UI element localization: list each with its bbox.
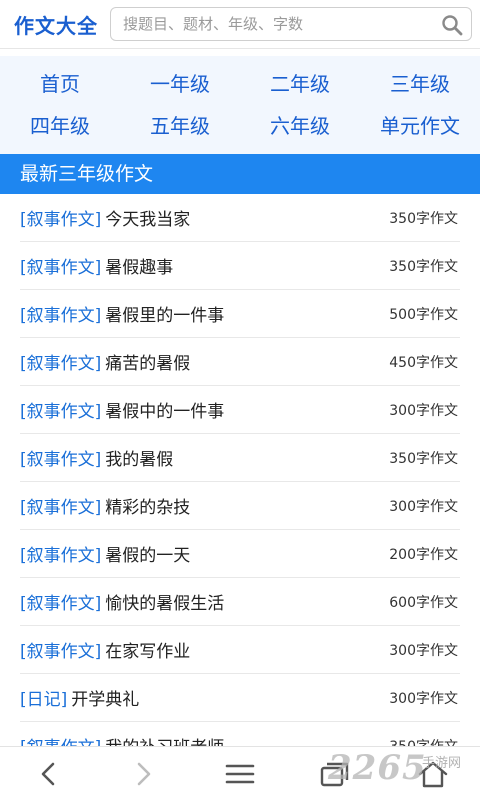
windows-icon[interactable] xyxy=(318,759,352,789)
menu-icon[interactable] xyxy=(223,759,257,789)
browser-toolbar xyxy=(0,746,480,801)
nav-item-grade-3[interactable]: 三年级 xyxy=(360,64,480,104)
article-category[interactable]: [叙事作文] xyxy=(20,541,101,566)
section-header: 最新三年级作文 xyxy=(0,154,480,194)
nav-item-grade-2[interactable]: 二年级 xyxy=(240,64,360,104)
word-count: 350字作文 xyxy=(389,450,458,467)
grade-nav: 首页 一年级 二年级 三年级 四年级 五年级 六年级 单元作文 xyxy=(0,56,480,154)
word-count: 350字作文 xyxy=(389,736,458,747)
word-count: 300字作文 xyxy=(389,690,458,707)
word-count: 500字作文 xyxy=(389,306,458,323)
article-category[interactable]: [叙事作文] xyxy=(20,253,101,278)
list-item[interactable]: [叙事作文] 今天我当家 350字作文 xyxy=(20,194,460,242)
article-category[interactable]: [叙事作文] xyxy=(20,397,101,422)
article-category[interactable]: [叙事作文] xyxy=(20,589,101,614)
search-icon[interactable] xyxy=(441,14,463,36)
nav-item-home[interactable]: 首页 xyxy=(0,64,120,104)
nav-item-grade-5[interactable]: 五年级 xyxy=(120,106,240,146)
article-category[interactable]: [叙事作文] xyxy=(20,493,101,518)
article-title[interactable]: 精彩的杂技 xyxy=(105,493,190,518)
list-item[interactable]: [叙事作文] 暑假里的一件事 500字作文 xyxy=(20,290,460,338)
home-icon[interactable] xyxy=(416,759,450,789)
site-title[interactable]: 作文大全 xyxy=(14,10,98,39)
nav-item-grade-1[interactable]: 一年级 xyxy=(120,64,240,104)
article-title[interactable]: 痛苦的暑假 xyxy=(105,349,190,374)
word-count: 300字作文 xyxy=(389,642,458,659)
article-category[interactable]: [叙事作文] xyxy=(20,445,101,470)
top-bar: 作文大全 xyxy=(0,0,480,49)
article-title[interactable]: 开学典礼 xyxy=(71,685,139,710)
forward-arrow-icon[interactable] xyxy=(126,759,160,789)
article-title[interactable]: 暑假中的一件事 xyxy=(105,397,224,422)
word-count: 450字作文 xyxy=(389,354,458,371)
list-item[interactable]: [叙事作文] 在家写作业 300字作文 xyxy=(20,626,460,674)
word-count: 300字作文 xyxy=(389,402,458,419)
search-box[interactable] xyxy=(110,7,472,41)
word-count: 200字作文 xyxy=(389,546,458,563)
article-title[interactable]: 暑假趣事 xyxy=(105,253,173,278)
word-count: 600字作文 xyxy=(389,594,458,611)
list-item[interactable]: [叙事作文] 精彩的杂技 300字作文 xyxy=(20,482,460,530)
article-category[interactable]: [叙事作文] xyxy=(20,733,101,746)
list-item[interactable]: [叙事作文] 我的补习班老师 350字作文 xyxy=(20,722,460,746)
nav-item-grade-6[interactable]: 六年级 xyxy=(240,106,360,146)
article-list[interactable]: [叙事作文] 今天我当家 350字作文 [叙事作文] 暑假趣事 350字作文 [… xyxy=(0,194,480,746)
article-category[interactable]: [叙事作文] xyxy=(20,205,101,230)
article-title[interactable]: 在家写作业 xyxy=(105,637,190,662)
article-title[interactable]: 今天我当家 xyxy=(105,205,190,230)
article-title[interactable]: 我的补习班老师 xyxy=(105,733,224,746)
list-item[interactable]: [叙事作文] 暑假的一天 200字作文 xyxy=(20,530,460,578)
article-category[interactable]: [叙事作文] xyxy=(20,301,101,326)
article-category[interactable]: [叙事作文] xyxy=(20,349,101,374)
list-item[interactable]: [叙事作文] 我的暑假 350字作文 xyxy=(20,434,460,482)
word-count: 300字作文 xyxy=(389,498,458,515)
list-item[interactable]: [叙事作文] 痛苦的暑假 450字作文 xyxy=(20,338,460,386)
article-title[interactable]: 我的暑假 xyxy=(105,445,173,470)
word-count: 350字作文 xyxy=(389,258,458,275)
article-title[interactable]: 暑假的一天 xyxy=(105,541,190,566)
nav-item-grade-4[interactable]: 四年级 xyxy=(0,106,120,146)
list-item[interactable]: [叙事作文] 暑假中的一件事 300字作文 xyxy=(20,386,460,434)
nav-item-unit-essay[interactable]: 单元作文 xyxy=(360,106,480,146)
word-count: 350字作文 xyxy=(389,210,458,227)
list-item[interactable]: [日记] 开学典礼 300字作文 xyxy=(20,674,460,722)
article-category[interactable]: [叙事作文] xyxy=(20,637,101,662)
list-item[interactable]: [叙事作文] 暑假趣事 350字作文 xyxy=(20,242,460,290)
back-arrow-icon[interactable] xyxy=(32,759,66,789)
search-input[interactable] xyxy=(121,14,425,34)
article-title[interactable]: 暑假里的一件事 xyxy=(105,301,224,326)
list-item[interactable]: [叙事作文] 愉快的暑假生活 600字作文 xyxy=(20,578,460,626)
article-title[interactable]: 愉快的暑假生活 xyxy=(105,589,224,614)
article-category[interactable]: [日记] xyxy=(20,685,67,710)
